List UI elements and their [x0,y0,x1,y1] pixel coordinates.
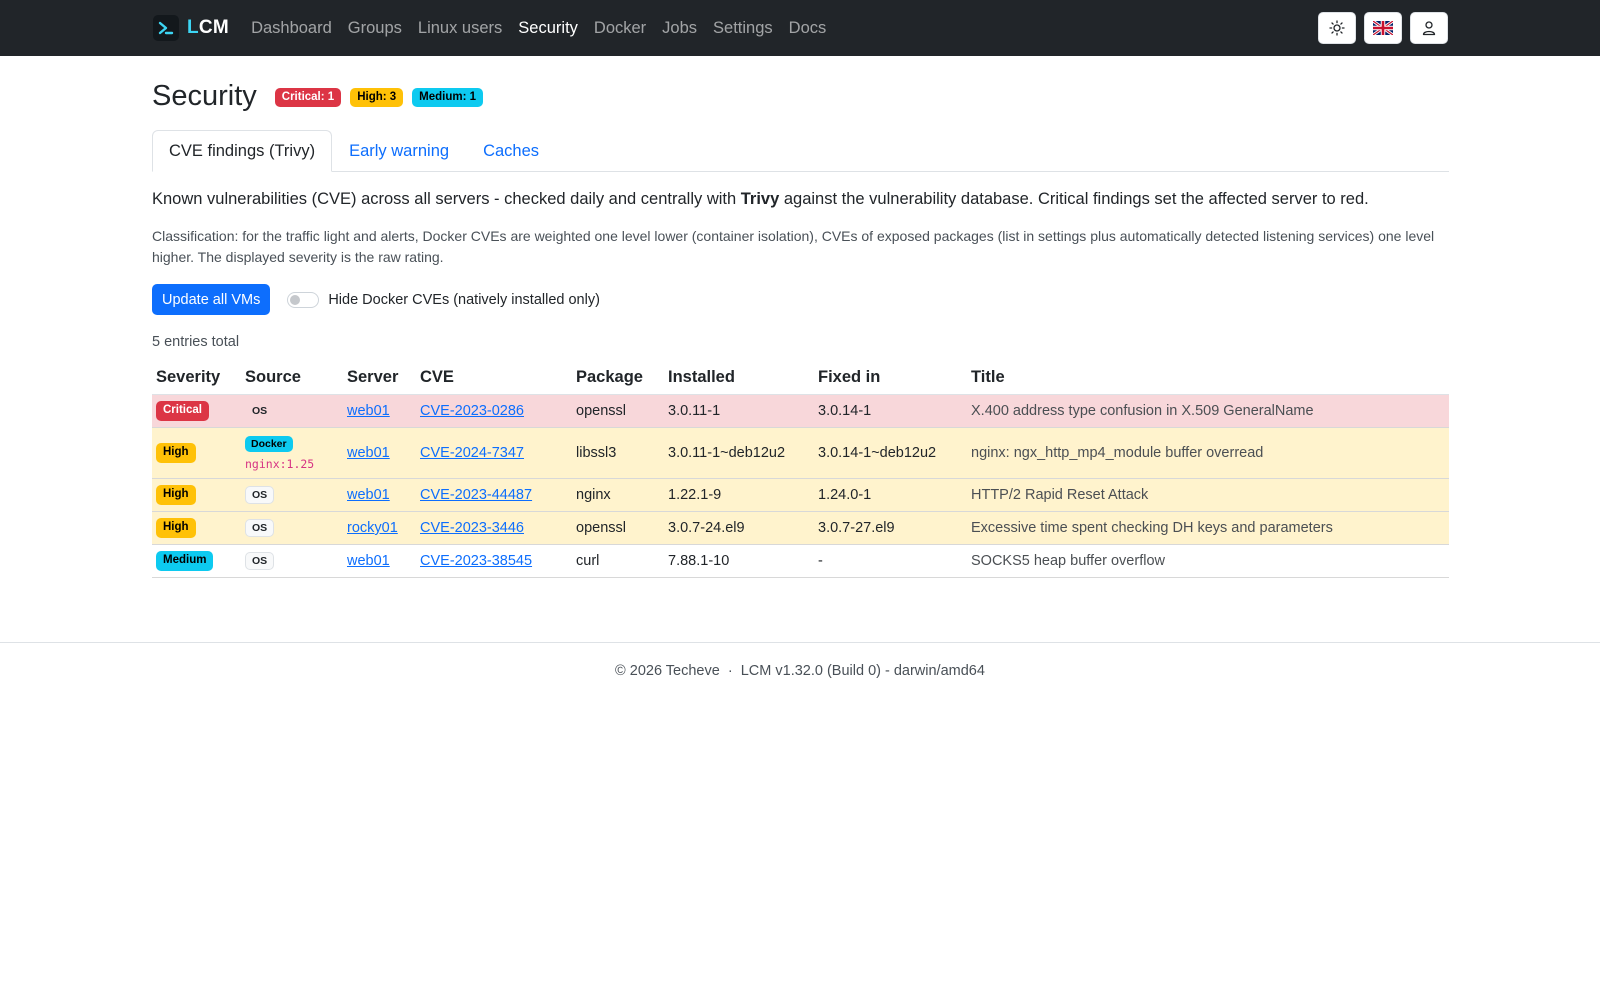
title-cell: HTTP/2 Rapid Reset Attack [967,478,1449,512]
fixed-in-cell: 1.24.0-1 [814,478,967,512]
cve-link[interactable]: CVE-2023-0286 [420,403,524,419]
source-badge: Docker [245,435,293,453]
package-cell: libssl3 [572,427,664,479]
source-badge: OS [245,518,275,538]
package-cell: nginx [572,478,664,512]
user-menu-button[interactable] [1410,12,1448,44]
installed-cell: 3.0.7-24.el9 [664,511,814,545]
package-cell: openssl [572,511,664,545]
table-header-row: Severity Source Server CVE Package Insta… [152,362,1449,395]
column-header-cve: CVE [416,362,572,395]
fixed-in-cell: 3.0.14-1 [814,394,967,428]
installed-cell: 3.0.11-1 [664,394,814,428]
column-header-severity: Severity [152,362,241,395]
nav-link-security[interactable]: Security [510,19,586,38]
server-link[interactable]: web01 [347,445,390,461]
server-link[interactable]: rocky01 [347,520,398,536]
nav-links: Dashboard Groups Linux users Security Do… [243,19,834,38]
fixed-in-cell: - [814,544,967,578]
nav-link-docs[interactable]: Docs [781,19,835,38]
tab-early-warning[interactable]: Early warning [332,130,466,172]
hide-docker-cves-toggle[interactable] [287,291,320,308]
language-button[interactable] [1364,12,1402,44]
update-all-vms-button[interactable]: Update all VMs [152,284,271,315]
classification-note: Classification: for the traffic light an… [152,228,1435,265]
entries-total: 5 entries total [152,334,240,350]
nav-link-dashboard[interactable]: Dashboard [243,19,340,38]
table-row: High OS rocky01 CVE-2023-3446 openssl 3.… [152,511,1449,545]
nav-link-groups[interactable]: Groups [340,19,410,38]
package-cell: curl [572,544,664,578]
tab-cve-findings[interactable]: CVE findings (Trivy) [152,130,333,172]
title-cell: X.400 address type confusion in X.509 Ge… [967,394,1449,428]
nav-link-docker[interactable]: Docker [586,19,654,38]
page-title: Security [152,80,257,112]
cve-link[interactable]: CVE-2023-44487 [420,487,532,503]
brand-name: LCM [187,17,230,38]
title-row: Security Critical: 1 High: 3 Medium: 1 [152,80,1449,113]
severity-badge: High [156,443,196,463]
theme-toggle-button[interactable] [1318,12,1356,44]
footer-text: © 2026 Techeve · LCM v1.32.0 (Build 0) -… [615,663,985,679]
title-cell: SOCKS5 heap buffer overflow [967,544,1449,578]
cve-link[interactable]: CVE-2023-38545 [420,553,532,569]
server-link[interactable]: web01 [347,487,390,503]
source-badge: OS [252,404,268,417]
column-header-source: Source [241,362,343,395]
main-content: Security Critical: 1 High: 3 Medium: 1 C… [152,80,1449,578]
severity-count-badges: Critical: 1 High: 3 Medium: 1 [274,87,484,108]
cve-link[interactable]: CVE-2023-3446 [420,520,524,536]
sun-icon [1329,20,1345,36]
installed-cell: 7.88.1-10 [664,544,814,578]
severity-badge: Medium [156,551,214,571]
source-badge: OS [245,551,275,571]
source-badge: OS [245,485,275,505]
column-header-server: Server [343,362,416,395]
high-count-badge: High: 3 [350,87,404,108]
critical-count-badge: Critical: 1 [274,87,342,108]
column-header-installed: Installed [664,362,814,395]
user-icon [1422,21,1436,36]
column-header-package: Package [572,362,664,395]
controls-row: Update all VMs Hide Docker CVEs (nativel… [152,284,1449,315]
medium-count-badge: Medium: 1 [412,87,484,108]
intro-text: Known vulnerabilities (CVE) across all s… [152,190,1369,208]
table-row: High Docker nginx:1.25 web01 CVE-2024-73… [152,427,1449,479]
footer: © 2026 Techeve · LCM v1.32.0 (Build 0) -… [0,642,1600,679]
table-row: Critical OS web01 CVE-2023-0286 openssl … [152,394,1449,428]
table-row: High OS web01 CVE-2023-44487 nginx 1.22.… [152,478,1449,512]
docker-image-name: nginx:1.25 [245,457,315,472]
nav-link-jobs[interactable]: Jobs [654,19,705,38]
top-navbar: LCM Dashboard Groups Linux users Securit… [0,0,1600,56]
hide-docker-cves-label[interactable]: Hide Docker CVEs (natively installed onl… [328,292,600,308]
cve-table: Severity Source Server CVE Package Insta… [152,362,1449,578]
uk-flag-icon [1373,21,1393,35]
package-cell: openssl [572,394,664,428]
server-link[interactable]: web01 [347,553,390,569]
column-header-title: Title [967,362,1449,395]
fixed-in-cell: 3.0.7-27.el9 [814,511,967,545]
tab-caches[interactable]: Caches [466,130,556,172]
tab-bar: CVE findings (Trivy) Early warning Cache… [152,130,1449,172]
title-cell: nginx: ngx_http_mp4_module buffer overre… [967,427,1449,479]
title-cell: Excessive time spent checking DH keys an… [967,511,1449,545]
table-row: Medium OS web01 CVE-2023-38545 curl 7.88… [152,544,1449,578]
server-link[interactable]: web01 [347,403,390,419]
installed-cell: 3.0.11-1~deb12u2 [664,427,814,479]
terminal-logo-icon [153,15,179,41]
nav-link-settings[interactable]: Settings [705,19,781,38]
severity-badge: Critical [156,401,209,421]
hide-docker-toggle-wrap: Hide Docker CVEs (natively installed onl… [287,291,600,308]
nav-link-linux-users[interactable]: Linux users [410,19,510,38]
brand[interactable]: LCM [153,15,229,41]
severity-badge: High [156,485,196,505]
severity-badge: High [156,518,196,538]
column-header-fixed-in: Fixed in [814,362,967,395]
cve-link[interactable]: CVE-2024-7347 [420,445,524,461]
nav-actions [1318,12,1448,44]
installed-cell: 1.22.1-9 [664,478,814,512]
fixed-in-cell: 3.0.14-1~deb12u2 [814,427,967,479]
